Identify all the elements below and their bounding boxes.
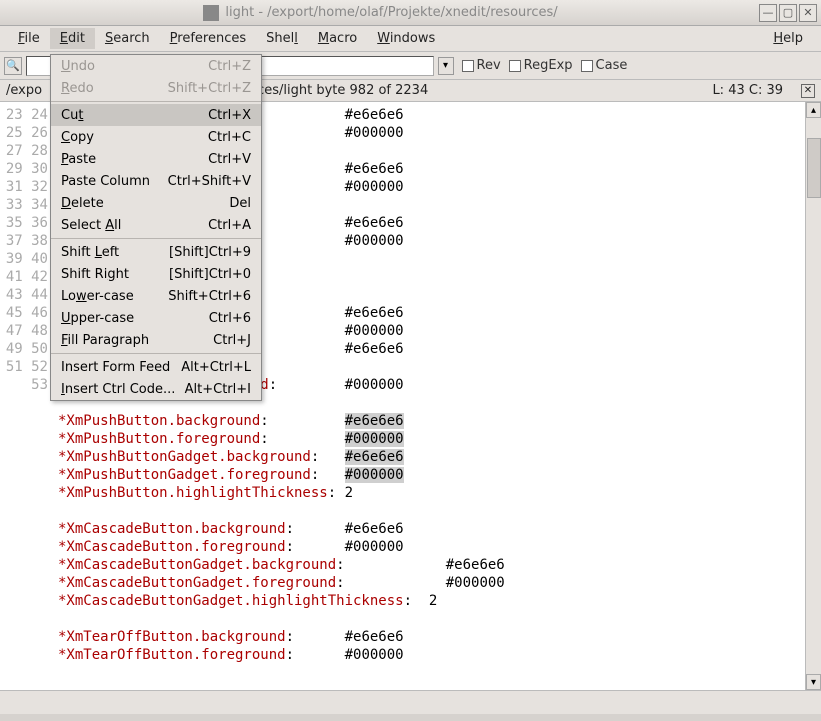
menu-lower-case[interactable]: Lower-caseShift+Ctrl+6 xyxy=(51,285,261,307)
close-window-button[interactable]: ✕ xyxy=(799,4,817,22)
menu-cut[interactable]: CutCtrl+X xyxy=(51,104,261,126)
menu-upper-case[interactable]: Upper-caseCtrl+6 xyxy=(51,307,261,329)
line-gutter: 23 24 25 26 27 28 29 30 31 32 33 34 35 3… xyxy=(0,102,56,690)
menu-paste[interactable]: PasteCtrl+V xyxy=(51,148,261,170)
statusbar xyxy=(0,690,821,714)
menu-select-all[interactable]: Select AllCtrl+A xyxy=(51,214,261,236)
search-input-1[interactable] xyxy=(26,56,52,76)
scroll-down-arrow[interactable]: ▾ xyxy=(806,674,821,690)
vertical-scrollbar[interactable]: ▴ ▾ xyxy=(805,102,821,690)
minimize-button[interactable]: — xyxy=(759,4,777,22)
menu-insert-ctrl-code[interactable]: Insert Ctrl Code...Alt+Ctrl+I xyxy=(51,378,261,400)
path-middle: rces/light byte 982 of 2234 xyxy=(252,83,428,98)
search-history-dropdown[interactable]: ▾ xyxy=(438,57,454,75)
titlebar: light - /export/home/olaf/Projekte/xnedi… xyxy=(0,0,821,26)
rev-label: Rev xyxy=(477,58,501,73)
window-title: light - /export/home/olaf/Projekte/xnedi… xyxy=(225,5,557,20)
rev-checkbox[interactable] xyxy=(462,60,474,72)
regexp-checkbox[interactable] xyxy=(509,60,521,72)
case-checkbox[interactable] xyxy=(581,60,593,72)
menu-shell[interactable]: Shell xyxy=(256,28,308,49)
maximize-button[interactable]: ▢ xyxy=(779,4,797,22)
menu-edit[interactable]: Edit xyxy=(50,28,95,49)
path-left: /expo xyxy=(6,83,42,98)
menu-redo: RedoShift+Ctrl+Z xyxy=(51,77,261,99)
regexp-label: RegExp xyxy=(524,58,573,73)
menu-help[interactable]: Help xyxy=(763,28,813,49)
menu-file[interactable]: File xyxy=(8,28,50,49)
cursor-position: L: 43 C: 39 xyxy=(712,83,783,98)
menu-paste-column[interactable]: Paste ColumnCtrl+Shift+V xyxy=(51,170,261,192)
scroll-thumb[interactable] xyxy=(807,138,821,198)
search-icon[interactable]: 🔍 xyxy=(4,57,22,75)
app-icon xyxy=(203,5,219,21)
menu-undo: UndoCtrl+Z xyxy=(51,55,261,77)
menu-shift-left[interactable]: Shift Left[Shift]Ctrl+9 xyxy=(51,241,261,263)
menu-delete[interactable]: DeleteDel xyxy=(51,192,261,214)
edit-menu-popup: UndoCtrl+Z RedoShift+Ctrl+Z CutCtrl+X Co… xyxy=(50,54,262,401)
menu-search[interactable]: Search xyxy=(95,28,160,49)
case-label: Case xyxy=(596,58,628,73)
menu-windows[interactable]: Windows xyxy=(367,28,445,49)
menu-copy[interactable]: CopyCtrl+C xyxy=(51,126,261,148)
menu-shift-right[interactable]: Shift Right[Shift]Ctrl+0 xyxy=(51,263,261,285)
menu-preferences[interactable]: Preferences xyxy=(160,28,256,49)
menubar: File Edit Search Preferences Shell Macro… xyxy=(0,26,821,52)
menu-macro[interactable]: Macro xyxy=(308,28,367,49)
scroll-up-arrow[interactable]: ▴ xyxy=(806,102,821,118)
menu-insert-form-feed[interactable]: Insert Form FeedAlt+Ctrl+L xyxy=(51,356,261,378)
close-tab-button[interactable]: ✕ xyxy=(801,84,815,98)
menu-fill-paragraph[interactable]: Fill ParagraphCtrl+J xyxy=(51,329,261,351)
